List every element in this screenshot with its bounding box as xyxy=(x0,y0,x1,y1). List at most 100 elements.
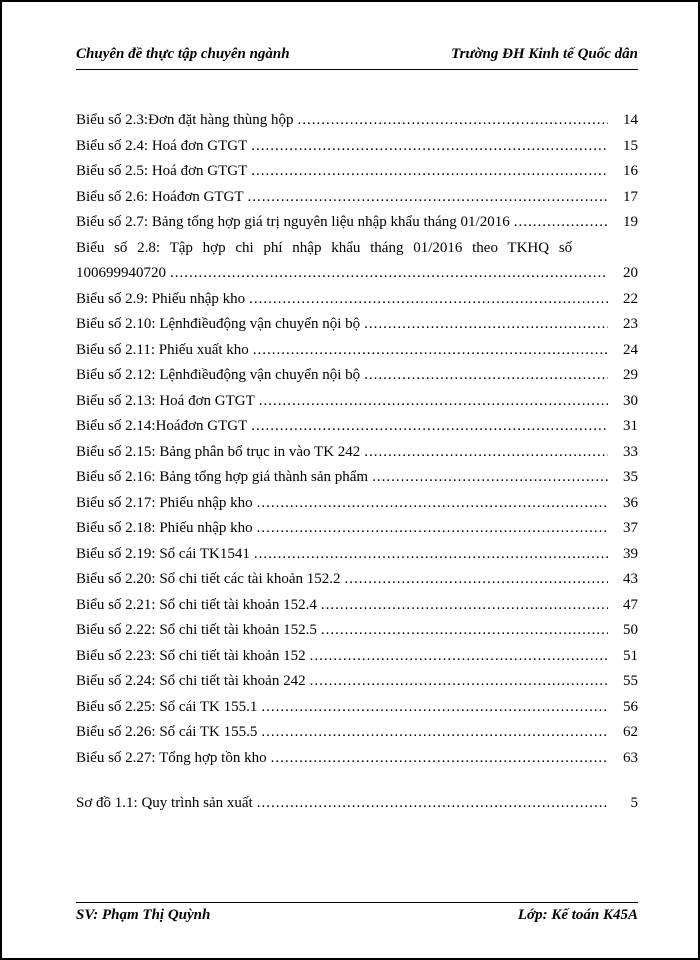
toc-page-number: 23 xyxy=(612,312,638,338)
toc-entry: Biểu số 2.15: Bảng phân bổ trục in vào T… xyxy=(76,440,638,466)
toc-entry: Biểu số 2.25: Sổ cái TK 155.1 56 xyxy=(76,695,638,721)
toc-entry: Biểu số 2.13: Hoá đơn GTGT30 xyxy=(76,389,638,415)
toc-entry: Biểu số 2.22: Sổ chi tiết tài khoản 152.… xyxy=(76,618,638,644)
toc-page-number: 29 xyxy=(612,363,638,389)
toc-leader xyxy=(310,644,608,670)
toc-entry: Biểu số 2.3:Đơn đặt hàng thùng hộp 14 xyxy=(76,108,638,134)
footer-left: SV: Phạm Thị Quỳnh xyxy=(76,907,210,924)
toc-entry: Biểu số 2.9: Phiếu nhập kho 22 xyxy=(76,287,638,313)
toc-label: Biểu số 2.25: Sổ cái TK 155.1 xyxy=(76,695,257,721)
toc-page-number: 19 xyxy=(612,210,638,236)
toc-leader xyxy=(251,134,608,160)
toc-entry: Biểu số 2.4: Hoá đơn GTGT 15 xyxy=(76,134,638,160)
header-left: Chuyên đề thực tập chuyên ngành xyxy=(76,46,290,63)
toc-label: Biểu số 2.15: Bảng phân bổ trục in vào T… xyxy=(76,440,360,466)
toc-page-number: 56 xyxy=(612,695,638,721)
toc-page-number: 37 xyxy=(612,516,638,542)
toc-label: Biểu số 2.5: Hoá đơn GTGT xyxy=(76,159,247,185)
toc-leader xyxy=(257,491,608,517)
toc-page-number: 33 xyxy=(612,440,638,466)
toc-leader xyxy=(364,312,608,338)
toc-label: Biểu số 2.7: Bảng tổng hợp giá trị nguyê… xyxy=(76,210,510,236)
toc-page-number: 63 xyxy=(612,746,638,772)
toc-leader xyxy=(254,542,608,568)
toc-entry: Biểu số 2.17: Phiếu nhập kho 36 xyxy=(76,491,638,517)
toc-page-number: 14 xyxy=(612,108,638,134)
toc-leader xyxy=(257,791,608,817)
toc-page-number: 35 xyxy=(612,465,638,491)
toc-leader xyxy=(364,440,608,466)
toc-entry: Biểu số 2.5: Hoá đơn GTGT 16 xyxy=(76,159,638,185)
toc-page-number: 51 xyxy=(612,644,638,670)
toc-leader xyxy=(372,465,608,491)
toc-leader xyxy=(251,159,608,185)
toc-leader xyxy=(170,261,608,287)
toc-leader xyxy=(321,593,608,619)
toc-page-number: 16 xyxy=(612,159,638,185)
toc: Biểu số 2.3:Đơn đặt hàng thùng hộp14Biểu… xyxy=(76,108,638,902)
toc-entry: Biểu số 2.16: Bảng tổng hợp giá thành sả… xyxy=(76,465,638,491)
toc-leader xyxy=(259,389,608,415)
toc-entry: Biểu số 2.27: Tổng hợp tồn kho 63 xyxy=(76,746,638,772)
toc-page-number: 31 xyxy=(612,414,638,440)
toc-page-number: 20 xyxy=(612,261,638,287)
toc-label: Biểu số 2.27: Tổng hợp tồn kho xyxy=(76,746,267,772)
toc-entry: Sơ đồ 1.1: Quy trình sản xuất 5 xyxy=(76,791,638,817)
toc-label: Biểu số 2.17: Phiếu nhập kho xyxy=(76,491,253,517)
toc-label: Biểu số 2.23: Sổ chi tiết tài khoản 152 xyxy=(76,644,306,670)
toc-leader xyxy=(249,287,608,313)
toc-label: Biểu số 2.6: Hoáđơn GTGT xyxy=(76,185,244,211)
toc-label: Biểu số 2.8: Tập hợp chi phí nhập khẩu t… xyxy=(76,236,638,262)
footer-right: Lớp: Kế toán K45A xyxy=(518,907,638,924)
toc-section-gap xyxy=(76,771,638,791)
toc-label: Biểu số 2.19: Sổ cái TK1541 xyxy=(76,542,250,568)
toc-leader xyxy=(298,108,609,134)
toc-page-number: 22 xyxy=(612,287,638,313)
toc-entry: Biểu số 2.19: Sổ cái TK154139 xyxy=(76,542,638,568)
toc-label: Biểu số 2.4: Hoá đơn GTGT xyxy=(76,134,247,160)
toc-entry: Biểu số 2.12: Lệnhđiềuđộng vận chuyển nộ… xyxy=(76,363,638,389)
toc-page-number: 36 xyxy=(612,491,638,517)
toc-entry: Biểu số 2.11: Phiếu xuất kho 24 xyxy=(76,338,638,364)
toc-page-number: 50 xyxy=(612,618,638,644)
toc-label: Biểu số 2.21: Sổ chi tiết tài khoản 152.… xyxy=(76,593,317,619)
toc-label: Biểu số 2.18: Phiếu nhập kho xyxy=(76,516,253,542)
footer-rule xyxy=(76,902,638,903)
toc-entry-continuation: 100699940720 20 xyxy=(76,261,638,287)
toc-page-number: 5 xyxy=(612,791,638,817)
toc-label: 100699940720 xyxy=(76,261,166,287)
toc-page-number: 47 xyxy=(612,593,638,619)
toc-label: Biểu số 2.16: Bảng tổng hợp giá thành sả… xyxy=(76,465,368,491)
toc-label: Biểu số 2.12: Lệnhđiềuđộng vận chuyển nộ… xyxy=(76,363,360,389)
toc-entry: Biểu số 2.8: Tập hợp chi phí nhập khẩu t… xyxy=(76,236,638,262)
toc-label: Biểu số 2.3:Đơn đặt hàng thùng hộp xyxy=(76,108,294,134)
toc-leader xyxy=(253,338,608,364)
toc-entry: Biểu số 2.20: Sổ chi tiết các tài khoản … xyxy=(76,567,638,593)
toc-leader xyxy=(261,695,608,721)
toc-entry: Biểu số 2.7: Bảng tổng hợp giá trị nguyê… xyxy=(76,210,638,236)
toc-page-number: 30 xyxy=(612,389,638,415)
toc-entry: Biểu số 2.18: Phiếu nhập kho 37 xyxy=(76,516,638,542)
toc-leader xyxy=(261,720,608,746)
toc-label: Biểu số 2.11: Phiếu xuất kho xyxy=(76,338,249,364)
toc-page-number: 55 xyxy=(612,669,638,695)
toc-entry: Biểu số 2.6: Hoáđơn GTGT 17 xyxy=(76,185,638,211)
toc-label: Biểu số 2.9: Phiếu nhập kho xyxy=(76,287,245,313)
header-rule xyxy=(76,69,638,70)
toc-page-number: 24 xyxy=(612,338,638,364)
page-footer: SV: Phạm Thị Quỳnh Lớp: Kế toán K45A xyxy=(76,907,638,924)
toc-label: Biểu số 2.10: Lệnhđiềuđộng vận chuyển nộ… xyxy=(76,312,360,338)
toc-page-number: 15 xyxy=(612,134,638,160)
toc-entry: Biểu số 2.24: Sổ chi tiết tài khoản 2425… xyxy=(76,669,638,695)
toc-entry: Biểu số 2.10: Lệnhđiềuđộng vận chuyển nộ… xyxy=(76,312,638,338)
toc-entry: Biểu số 2.21: Sổ chi tiết tài khoản 152.… xyxy=(76,593,638,619)
toc-page-number: 43 xyxy=(612,567,638,593)
toc-leader xyxy=(364,363,608,389)
toc-page-number: 62 xyxy=(612,720,638,746)
toc-label: Biểu số 2.14:Hoáđơn GTGT xyxy=(76,414,247,440)
toc-entry: Biểu số 2.14:Hoáđơn GTGT 31 xyxy=(76,414,638,440)
toc-label: Biểu số 2.26: Sổ cái TK 155.5 xyxy=(76,720,257,746)
toc-page-number: 17 xyxy=(612,185,638,211)
page-header: Chuyên đề thực tập chuyên ngành Trường Đ… xyxy=(76,46,638,63)
toc-label: Sơ đồ 1.1: Quy trình sản xuất xyxy=(76,791,253,817)
